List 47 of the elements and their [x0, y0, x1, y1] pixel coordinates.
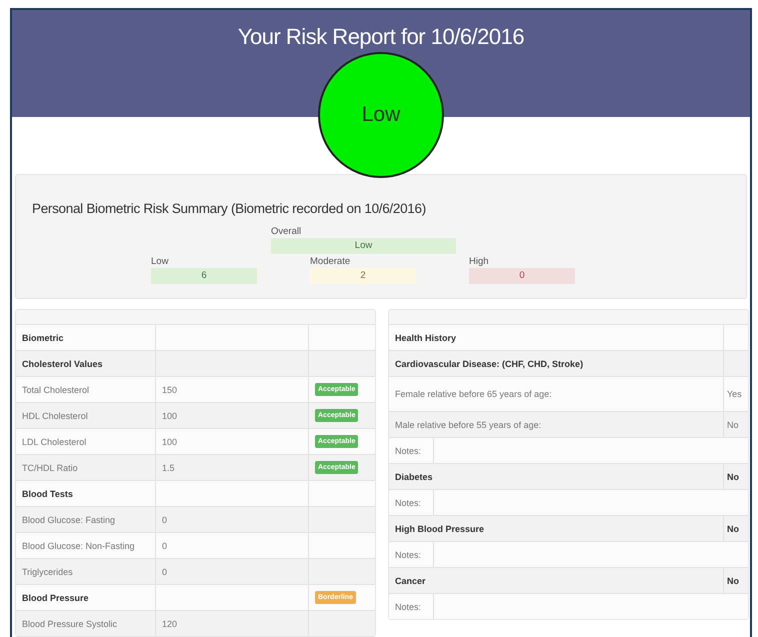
notes-label: Notes: — [395, 498, 422, 508]
table-cell: Total Cholesterol — [22, 384, 90, 394]
table-cell: No — [727, 576, 739, 586]
risk-count-label: Moderate — [310, 254, 350, 268]
table-cell: No — [727, 472, 739, 482]
table-cell: HDL Cholesterol — [22, 410, 88, 420]
report-title: Your Risk Report for 10/6/2016 — [238, 24, 524, 50]
table-cell: 0 — [162, 566, 168, 576]
overall-risk: Low — [271, 238, 456, 254]
section-heading: Biometric — [22, 332, 64, 342]
section-heading: Blood Pressure — [22, 592, 89, 602]
table-cell: 120 — [162, 618, 178, 628]
table-cell: Triglycerides — [22, 566, 73, 576]
notes-label: Notes: — [395, 602, 422, 612]
table-cell: Male relative before 55 years of age: — [395, 420, 542, 430]
risk-count: 2 — [310, 268, 416, 284]
table-cell: 100 — [162, 436, 178, 446]
section-heading: Cancer — [395, 576, 426, 586]
notes-label: Notes: — [395, 446, 422, 456]
table-cell: Blood Glucose: Non-Fasting — [22, 540, 135, 550]
table-cell: No — [727, 420, 739, 430]
risk-level: Low — [362, 103, 400, 127]
risk-count-label: Low — [151, 254, 168, 268]
table-cell: Blood Pressure Systolic — [22, 618, 118, 628]
table-cell: TC/HDL Ratio — [22, 462, 78, 472]
table-cell: 1.5 — [162, 462, 175, 472]
section-heading: Cardiovascular Disease: (CHF, CHD, Stroke) — [395, 358, 584, 368]
table-cell: 0 — [162, 514, 168, 524]
table-cell: 0 — [162, 540, 168, 550]
risk-count: 6 — [151, 268, 257, 284]
table-cell: Blood Glucose: Fasting — [22, 514, 116, 524]
table-cell: No — [727, 524, 739, 534]
notes-label: Notes: — [395, 550, 422, 560]
section-heading: Cholesterol Values — [22, 358, 103, 368]
table-cell: 100 — [162, 410, 178, 420]
overall-label: Overall — [271, 224, 302, 238]
section-heading: High Blood Pressure — [395, 524, 484, 534]
section-heading: Health History — [395, 332, 456, 342]
risk-count: 0 — [469, 268, 575, 284]
table-cell: Yes — [727, 389, 742, 399]
section-heading: Blood Tests — [22, 488, 73, 498]
table-cell: LDL Cholesterol — [22, 436, 86, 446]
table-cell: 150 — [162, 384, 178, 394]
summary-title: Personal Biometric Risk Summary (Biometric recorded on 10/6/2016) — [32, 200, 427, 216]
section-heading: Diabetes — [395, 472, 433, 482]
risk-count-label: High — [469, 254, 489, 268]
table-cell: Female relative before 65 years of age: — [395, 389, 552, 399]
